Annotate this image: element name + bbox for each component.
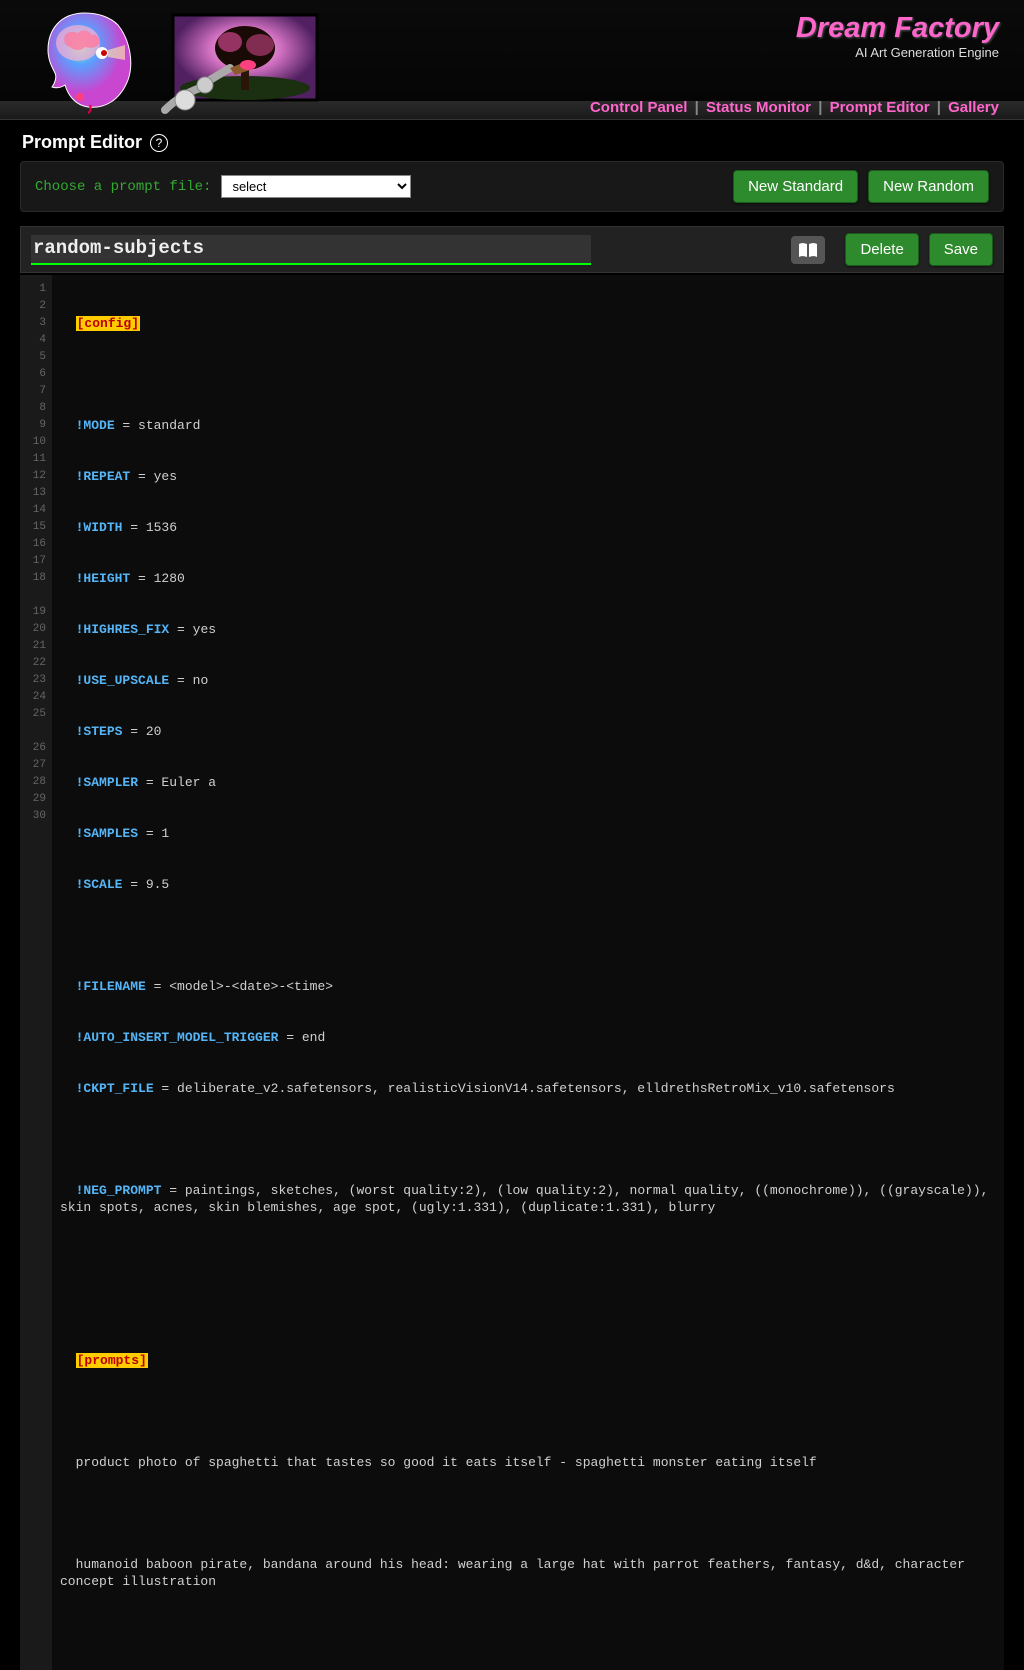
page-title-row: Prompt Editor ? [0, 120, 1024, 161]
book-icon [798, 242, 818, 258]
controls-bar: Choose a prompt file: select New Standar… [20, 161, 1004, 212]
nav-separator: | [695, 99, 699, 116]
new-buttons-group: New Standard New Random [733, 170, 989, 203]
save-button[interactable]: Save [929, 233, 993, 266]
code-editor[interactable]: 1234567891011121314151617181920212223242… [20, 275, 1004, 1670]
main-nav: Control Panel | Status Monitor | Prompt … [590, 99, 999, 116]
nav-separator: | [937, 99, 941, 116]
brand-title: Dream Factory [796, 12, 999, 45]
config-section-header: [config] [76, 316, 140, 331]
robot-brush-icon [160, 60, 270, 120]
delete-button[interactable]: Delete [845, 233, 918, 266]
file-chooser-label: Choose a prompt file: [35, 179, 211, 195]
nav-control-panel[interactable]: Control Panel [590, 99, 688, 116]
editor-actions: Delete Save [791, 233, 993, 266]
editor-filename: random-subjects [33, 237, 204, 259]
brain-head-logo [30, 5, 145, 115]
nav-status-monitor[interactable]: Status Monitor [706, 99, 811, 116]
new-random-button[interactable]: New Random [868, 170, 989, 203]
logo-area [30, 5, 325, 115]
file-select[interactable]: select [221, 175, 411, 198]
code-body[interactable]: [config] !MODE = standard !REPEAT = yes … [52, 275, 1004, 1670]
editor-header: random-subjects Delete Save [20, 226, 1004, 273]
prompts-section-header: [prompts] [76, 1353, 148, 1368]
line-gutter: 1234567891011121314151617181920212223242… [20, 275, 52, 1670]
header-banner: Dream Factory AI Art Generation Engine C… [0, 0, 1024, 120]
file-chooser: Choose a prompt file: select [35, 175, 411, 198]
reference-book-button[interactable] [791, 236, 825, 264]
nav-prompt-editor[interactable]: Prompt Editor [830, 99, 930, 116]
editor-filename-box: random-subjects [31, 235, 591, 265]
nav-gallery[interactable]: Gallery [948, 99, 999, 116]
page-title: Prompt Editor [22, 132, 142, 153]
nav-separator: | [818, 99, 822, 116]
new-standard-button[interactable]: New Standard [733, 170, 858, 203]
brand-subtitle: AI Art Generation Engine [796, 45, 999, 60]
help-icon[interactable]: ? [150, 134, 168, 152]
brand-block: Dream Factory AI Art Generation Engine [796, 12, 999, 60]
